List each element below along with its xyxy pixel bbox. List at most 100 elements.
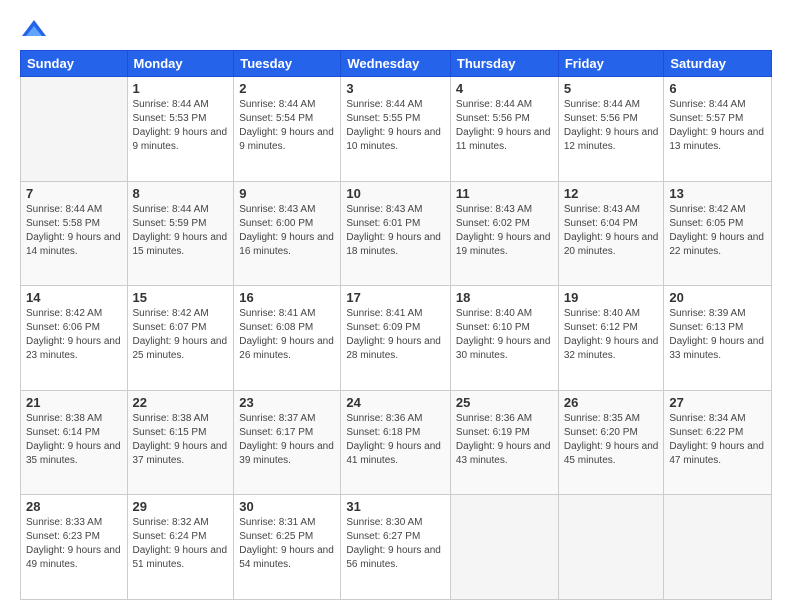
- day-number: 25: [456, 395, 553, 410]
- day-info: Sunrise: 8:30 AMSunset: 6:27 PMDaylight:…: [346, 517, 441, 570]
- day-number: 14: [26, 290, 122, 305]
- day-number: 2: [239, 81, 335, 96]
- day-number: 6: [669, 81, 766, 96]
- day-number: 29: [133, 499, 229, 514]
- day-cell: 1 Sunrise: 8:44 AMSunset: 5:53 PMDaylight…: [127, 77, 234, 182]
- day-cell: 23 Sunrise: 8:37 AMSunset: 6:17 PMDayligh…: [234, 390, 341, 495]
- day-cell: [558, 495, 664, 600]
- weekday-header-wednesday: Wednesday: [341, 51, 451, 77]
- day-cell: 11 Sunrise: 8:43 AMSunset: 6:02 PMDayligh…: [450, 181, 558, 286]
- day-info: Sunrise: 8:43 AMSunset: 6:01 PMDaylight:…: [346, 204, 441, 257]
- day-number: 11: [456, 186, 553, 201]
- day-number: 21: [26, 395, 122, 410]
- weekday-header-monday: Monday: [127, 51, 234, 77]
- week-row-3: 21 Sunrise: 8:38 AMSunset: 6:14 PMDayligh…: [21, 390, 772, 495]
- day-number: 28: [26, 499, 122, 514]
- day-number: 19: [564, 290, 659, 305]
- day-number: 27: [669, 395, 766, 410]
- weekday-header-friday: Friday: [558, 51, 664, 77]
- week-row-1: 7 Sunrise: 8:44 AMSunset: 5:58 PMDaylight…: [21, 181, 772, 286]
- day-number: 1: [133, 81, 229, 96]
- day-info: Sunrise: 8:37 AMSunset: 6:17 PMDaylight:…: [239, 413, 334, 466]
- day-info: Sunrise: 8:35 AMSunset: 6:20 PMDaylight:…: [564, 413, 659, 466]
- weekday-header-sunday: Sunday: [21, 51, 128, 77]
- day-cell: 22 Sunrise: 8:38 AMSunset: 6:15 PMDayligh…: [127, 390, 234, 495]
- day-number: 17: [346, 290, 445, 305]
- day-info: Sunrise: 8:40 AMSunset: 6:12 PMDaylight:…: [564, 308, 659, 361]
- day-number: 7: [26, 186, 122, 201]
- day-cell: 4 Sunrise: 8:44 AMSunset: 5:56 PMDaylight…: [450, 77, 558, 182]
- day-cell: 18 Sunrise: 8:40 AMSunset: 6:10 PMDayligh…: [450, 286, 558, 391]
- day-info: Sunrise: 8:44 AMSunset: 5:54 PMDaylight:…: [239, 99, 334, 152]
- day-number: 8: [133, 186, 229, 201]
- day-info: Sunrise: 8:44 AMSunset: 5:59 PMDaylight:…: [133, 204, 228, 257]
- day-number: 12: [564, 186, 659, 201]
- logo-icon: [20, 16, 48, 44]
- day-info: Sunrise: 8:42 AMSunset: 6:05 PMDaylight:…: [669, 204, 764, 257]
- week-row-2: 14Sunrise: 8:42 AMSunset: 6:06 PMDayligh…: [21, 286, 772, 391]
- day-cell: 30Sunrise: 8:31 AMSunset: 6:25 PMDayligh…: [234, 495, 341, 600]
- day-cell: 31 Sunrise: 8:30 AMSunset: 6:27 PMDayligh…: [341, 495, 451, 600]
- day-info: Sunrise: 8:40 AMSunset: 6:10 PMDaylight:…: [456, 308, 551, 361]
- day-info: Sunrise: 8:38 AMSunset: 6:15 PMDaylight:…: [133, 413, 228, 466]
- day-cell: 26 Sunrise: 8:35 AMSunset: 6:20 PMDayligh…: [558, 390, 664, 495]
- logo: [20, 16, 52, 44]
- calendar-table: SundayMondayTuesdayWednesdayThursdayFrid…: [20, 50, 772, 600]
- day-cell: 17 Sunrise: 8:41 AMSunset: 6:09 PMDayligh…: [341, 286, 451, 391]
- day-number: 13: [669, 186, 766, 201]
- day-cell: 2 Sunrise: 8:44 AMSunset: 5:54 PMDaylight…: [234, 77, 341, 182]
- day-cell: 12 Sunrise: 8:43 AMSunset: 6:04 PMDayligh…: [558, 181, 664, 286]
- day-cell: 13 Sunrise: 8:42 AMSunset: 6:05 PMDayligh…: [664, 181, 772, 286]
- day-cell: 28 Sunrise: 8:33 AMSunset: 6:23 PMDayligh…: [21, 495, 128, 600]
- day-cell: 7 Sunrise: 8:44 AMSunset: 5:58 PMDaylight…: [21, 181, 128, 286]
- day-cell: 20Sunrise: 8:39 AMSunset: 6:13 PMDayligh…: [664, 286, 772, 391]
- weekday-header-tuesday: Tuesday: [234, 51, 341, 77]
- weekday-header-thursday: Thursday: [450, 51, 558, 77]
- day-cell: 24Sunrise: 8:36 AMSunset: 6:18 PMDayligh…: [341, 390, 451, 495]
- day-cell: [664, 495, 772, 600]
- day-info: Sunrise: 8:38 AMSunset: 6:14 PMDaylight:…: [26, 413, 121, 466]
- day-info: Sunrise: 8:44 AMSunset: 5:55 PMDaylight:…: [346, 99, 441, 152]
- day-cell: 10 Sunrise: 8:43 AMSunset: 6:01 PMDayligh…: [341, 181, 451, 286]
- day-info: Sunrise: 8:34 AMSunset: 6:22 PMDaylight:…: [669, 413, 764, 466]
- day-number: 16: [239, 290, 335, 305]
- day-info: Sunrise: 8:43 AMSunset: 6:02 PMDaylight:…: [456, 204, 551, 257]
- day-cell: 15 Sunrise: 8:42 AMSunset: 6:07 PMDayligh…: [127, 286, 234, 391]
- day-number: 31: [346, 499, 445, 514]
- day-info: Sunrise: 8:39 AMSunset: 6:13 PMDaylight:…: [669, 308, 764, 361]
- day-number: 23: [239, 395, 335, 410]
- day-cell: 27 Sunrise: 8:34 AMSunset: 6:22 PMDayligh…: [664, 390, 772, 495]
- day-number: 3: [346, 81, 445, 96]
- day-info: Sunrise: 8:33 AMSunset: 6:23 PMDaylight:…: [26, 517, 121, 570]
- day-info: Sunrise: 8:44 AMSunset: 5:53 PMDaylight:…: [133, 99, 228, 152]
- day-cell: 3 Sunrise: 8:44 AMSunset: 5:55 PMDaylight…: [341, 77, 451, 182]
- day-info: Sunrise: 8:44 AMSunset: 5:56 PMDaylight:…: [564, 99, 659, 152]
- day-info: Sunrise: 8:42 AMSunset: 6:07 PMDaylight:…: [133, 308, 228, 361]
- day-info: Sunrise: 8:44 AMSunset: 5:56 PMDaylight:…: [456, 99, 551, 152]
- weekday-header-saturday: Saturday: [664, 51, 772, 77]
- day-info: Sunrise: 8:41 AMSunset: 6:09 PMDaylight:…: [346, 308, 441, 361]
- calendar-page: SundayMondayTuesdayWednesdayThursdayFrid…: [0, 0, 792, 612]
- day-number: 22: [133, 395, 229, 410]
- day-info: Sunrise: 8:36 AMSunset: 6:19 PMDaylight:…: [456, 413, 551, 466]
- day-info: Sunrise: 8:31 AMSunset: 6:25 PMDaylight:…: [239, 517, 334, 570]
- day-cell: 6 Sunrise: 8:44 AMSunset: 5:57 PMDaylight…: [664, 77, 772, 182]
- day-number: 18: [456, 290, 553, 305]
- day-cell: 9Sunrise: 8:43 AMSunset: 6:00 PMDaylight…: [234, 181, 341, 286]
- header: [20, 16, 772, 44]
- day-cell: 19 Sunrise: 8:40 AMSunset: 6:12 PMDayligh…: [558, 286, 664, 391]
- day-number: 4: [456, 81, 553, 96]
- day-info: Sunrise: 8:44 AMSunset: 5:58 PMDaylight:…: [26, 204, 121, 257]
- day-cell: 14Sunrise: 8:42 AMSunset: 6:06 PMDayligh…: [21, 286, 128, 391]
- day-info: Sunrise: 8:43 AMSunset: 6:04 PMDaylight:…: [564, 204, 659, 257]
- day-number: 26: [564, 395, 659, 410]
- day-info: Sunrise: 8:44 AMSunset: 5:57 PMDaylight:…: [669, 99, 764, 152]
- day-cell: 21 Sunrise: 8:38 AMSunset: 6:14 PMDayligh…: [21, 390, 128, 495]
- week-row-4: 28 Sunrise: 8:33 AMSunset: 6:23 PMDayligh…: [21, 495, 772, 600]
- day-number: 9: [239, 186, 335, 201]
- week-row-0: 1 Sunrise: 8:44 AMSunset: 5:53 PMDaylight…: [21, 77, 772, 182]
- day-cell: 5Sunrise: 8:44 AMSunset: 5:56 PMDaylight…: [558, 77, 664, 182]
- day-number: 15: [133, 290, 229, 305]
- day-number: 24: [346, 395, 445, 410]
- day-number: 10: [346, 186, 445, 201]
